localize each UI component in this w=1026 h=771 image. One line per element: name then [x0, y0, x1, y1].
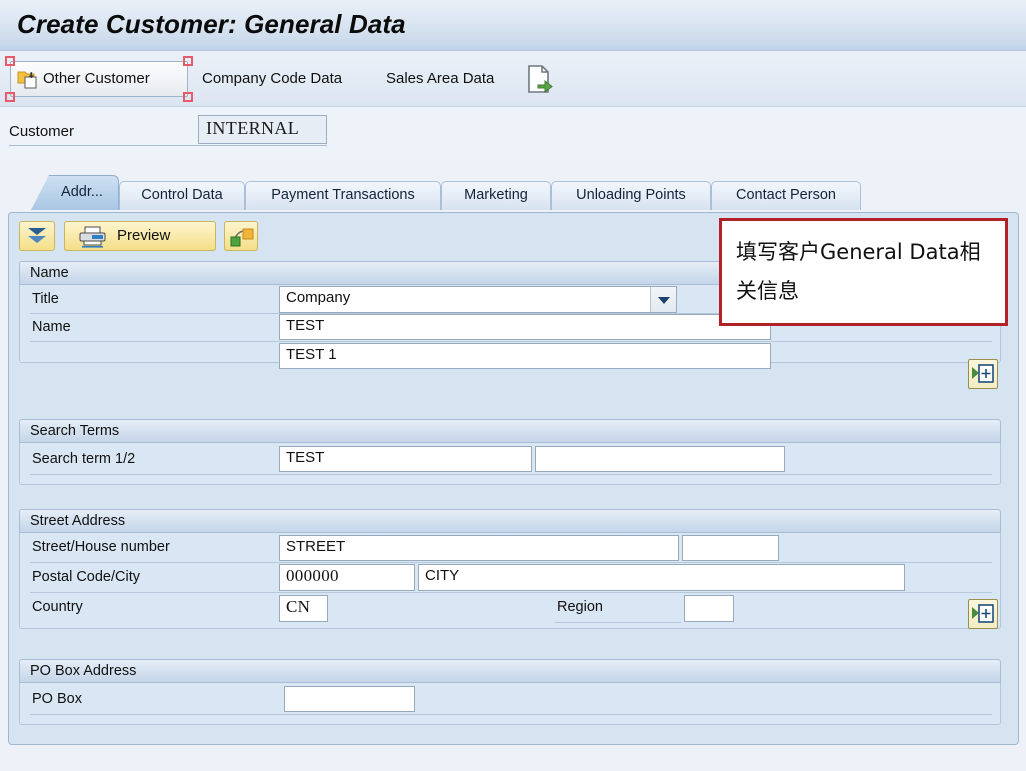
group-search-terms-body: Search term 1/2 TEST: [19, 443, 1001, 485]
name-input-1[interactable]: TEST: [279, 314, 771, 340]
group-po-box-header: PO Box Address: [19, 659, 1001, 683]
tab-marketing[interactable]: Marketing: [441, 181, 551, 210]
document-arrow-icon[interactable]: [527, 64, 553, 94]
search-term-label: Search term 1/2: [32, 451, 136, 467]
country-input[interactable]: CN: [279, 595, 328, 622]
title-label: Title: [32, 291, 59, 307]
region-underline: [555, 622, 681, 623]
region-label: Region: [557, 599, 603, 615]
search-term-1-input[interactable]: TEST: [279, 446, 532, 472]
sales-area-data-button[interactable]: Sales Area Data: [386, 70, 494, 87]
chevron-down-icon[interactable]: [650, 287, 676, 312]
group-street-address-title: Street Address: [30, 513, 126, 529]
address-expand-button[interactable]: [968, 599, 998, 629]
title-value: Company: [286, 289, 351, 306]
po-box-input[interactable]: [284, 686, 415, 712]
row-divider: [30, 474, 992, 475]
annotation-text: 填写客户General Data相关信息: [736, 240, 981, 303]
group-street-address-header: Street Address: [19, 509, 1001, 533]
focus-indicator: [5, 56, 193, 102]
customer-input[interactable]: INTERNAL: [198, 115, 327, 144]
application-toolbar: Other Customer Company Code Data Sales A…: [0, 51, 1026, 107]
company-code-data-button[interactable]: Company Code Data: [202, 70, 342, 87]
relationships-button[interactable]: [224, 221, 258, 251]
customer-underline: [9, 145, 327, 146]
preview-button[interactable]: Preview: [64, 221, 216, 251]
street-input[interactable]: STREET: [279, 535, 679, 561]
search-term-2-input[interactable]: [535, 446, 785, 472]
city-input[interactable]: CITY: [418, 564, 905, 591]
group-street-address-body: Street/House number STREET Postal Code/C…: [19, 533, 1001, 629]
group-name-title: Name: [30, 265, 69, 281]
postal-code-input[interactable]: 000000: [279, 564, 415, 591]
group-street-address: Street Address Street/House number STREE…: [19, 509, 1001, 629]
tab-control-data[interactable]: Control Data: [119, 181, 245, 210]
group-search-terms: Search Terms Search term 1/2 TEST: [19, 419, 1001, 485]
postal-city-label: Postal Code/City: [32, 569, 140, 585]
customer-label: Customer: [9, 123, 75, 140]
collapse-all-button[interactable]: [19, 221, 55, 251]
group-search-terms-title: Search Terms: [30, 423, 120, 439]
customer-row: Customer INTERNAL: [0, 107, 1026, 161]
tab-address[interactable]: Addr...: [31, 175, 119, 210]
region-input[interactable]: [684, 595, 734, 622]
row-divider: [30, 592, 992, 593]
row-divider: [30, 562, 992, 563]
tab-payment-transactions[interactable]: Payment Transactions: [245, 181, 441, 210]
page-title: Create Customer: General Data: [17, 9, 406, 39]
tabstrip: Addr... Control Data Payment Transaction…: [0, 161, 1026, 213]
annotation-callout: 填写客户General Data相关信息: [719, 218, 1008, 326]
row-divider: [30, 714, 992, 715]
group-po-box-body: PO Box: [19, 683, 1001, 725]
title-dropdown[interactable]: Company: [279, 286, 677, 313]
name-input-2[interactable]: TEST 1: [279, 343, 771, 369]
window-title-bar: Create Customer: General Data: [0, 0, 1026, 51]
po-box-label: PO Box: [32, 691, 82, 707]
name-label: Name: [32, 319, 71, 335]
row-divider: [30, 341, 992, 342]
country-label: Country: [32, 599, 83, 615]
group-search-terms-header: Search Terms: [19, 419, 1001, 443]
preview-label: Preview: [117, 227, 171, 244]
group-po-box-title: PO Box Address: [30, 663, 137, 679]
house-number-input[interactable]: [682, 535, 779, 561]
street-house-label: Street/House number: [32, 539, 170, 555]
tab-contact-person[interactable]: Contact Person: [711, 181, 861, 210]
group-po-box-address: PO Box Address PO Box: [19, 659, 1001, 725]
name-expand-button[interactable]: [968, 359, 998, 389]
tab-unloading-points[interactable]: Unloading Points: [551, 181, 711, 210]
